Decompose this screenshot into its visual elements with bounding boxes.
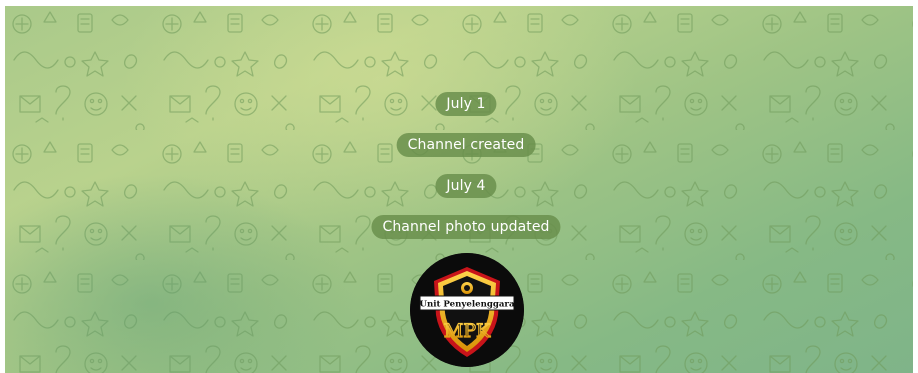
photo-updated-message: Channel photo updated [371,215,561,239]
shield-logo-icon: Unit Penyelenggara MPK [410,253,524,367]
channel-created-message: Channel created [396,133,536,157]
top-edge [0,0,918,6]
right-edge [913,0,918,373]
channel-photo[interactable]: Unit Penyelenggara MPK [410,253,524,367]
svg-text:MPK: MPK [444,320,491,342]
svg-text:Unit Penyelenggara: Unit Penyelenggara [419,300,514,310]
chat-background: July 1 Channel created July 4 Channel ph… [0,0,918,373]
date-divider: July 1 [435,92,497,116]
message-feed: July 1 Channel created July 4 Channel ph… [0,0,918,373]
date-divider: July 4 [435,174,497,198]
left-edge [0,0,5,373]
